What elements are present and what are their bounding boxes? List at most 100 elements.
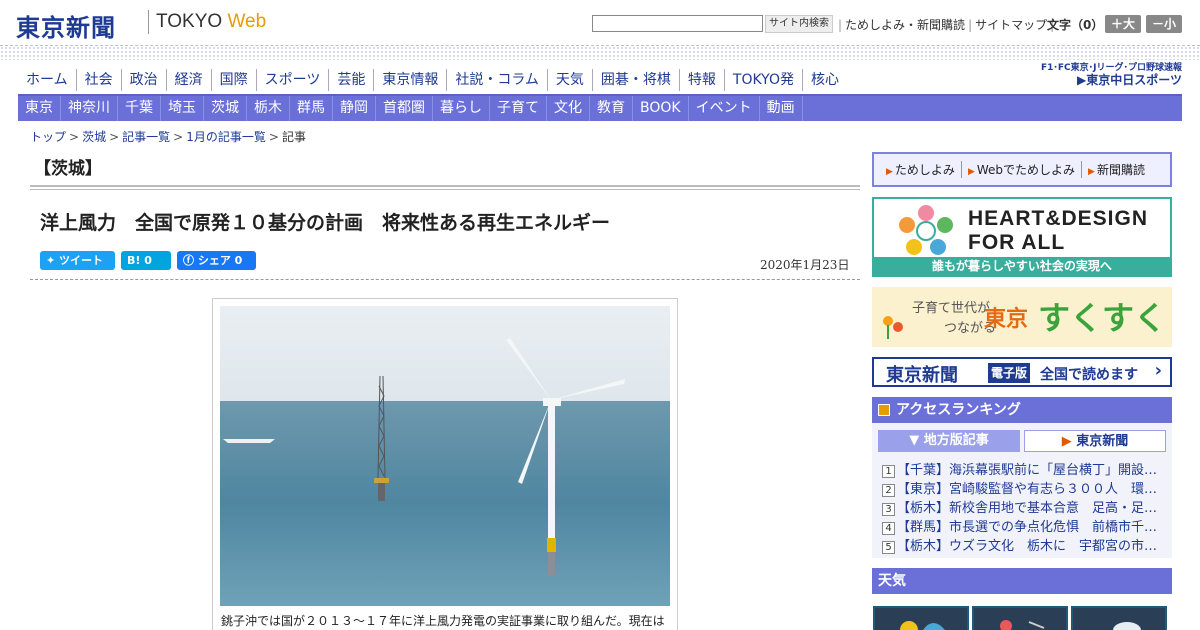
rank-number: 2 — [882, 484, 895, 497]
nav-igo-shogi[interactable]: 囲碁・将棋 — [591, 69, 679, 91]
tweet-button[interactable]: ✦ ツイート — [40, 251, 115, 270]
ranking-item[interactable]: 4 【群馬】市長選での争点化危惧 前橋市千… — [882, 516, 1162, 535]
quick-link-web-trial[interactable]: ▶ Webでためしよみ — [960, 161, 1081, 178]
subnav-chiba[interactable]: 千葉 — [118, 96, 161, 121]
nav-politics[interactable]: 政治 — [120, 69, 166, 91]
nav-core[interactable]: 核心 — [801, 69, 847, 91]
offshore-wind-photo[interactable] — [220, 306, 670, 606]
tab-tokyo-label: 東京新聞 — [1076, 434, 1129, 449]
access-ranking-panel: ▼ 地方版記事 ▶ 東京新聞 1 【千葉】海浜幕張駅前に「屋台横丁」開設… 2 【東… — [872, 423, 1172, 558]
tab-arrow-icon: ▼ — [909, 433, 924, 448]
subnav-living[interactable]: 暮らし — [433, 96, 490, 121]
twitter-icon: ✦ — [46, 254, 60, 267]
breadcrumb-ibaraki[interactable]: 茨城 — [82, 130, 106, 144]
subnav-video[interactable]: 動画 — [760, 96, 803, 121]
heart-design-banner[interactable]: HEART&DESIGN FOR ALL 誰もが暮らしやすい社会の実現へ — [872, 197, 1172, 277]
subnav-parenting[interactable]: 子育て — [490, 96, 547, 121]
link-separator: | — [968, 18, 973, 32]
subnav-event[interactable]: イベント — [689, 96, 760, 121]
epaper-logo: 東京新聞 — [886, 365, 958, 386]
breadcrumb-article-list[interactable]: 記事一覧 — [122, 130, 170, 144]
breadcrumb-january-list[interactable]: 1月の記事一覧 — [186, 130, 266, 144]
subnav-education[interactable]: 教育 — [590, 96, 633, 121]
quick-link-subscribe-label: 新聞購読 — [1096, 163, 1145, 177]
weather-cloud-icon[interactable] — [1071, 606, 1167, 630]
subnav-tochigi[interactable]: 栃木 — [247, 96, 290, 121]
epaper-badge: 電子版 — [988, 363, 1031, 383]
tweet-label: ツイート — [59, 254, 104, 267]
tab-regional-articles[interactable]: ▼ 地方版記事 — [878, 430, 1020, 452]
hatena-bookmark-button[interactable]: B! 0 — [121, 251, 171, 270]
ranking-item[interactable]: 1 【千葉】海浜幕張駅前に「屋台横丁」開設… — [882, 459, 1162, 478]
breadcrumb-sep: > — [173, 130, 184, 144]
nav-editorial[interactable]: 社説・コラム — [446, 69, 547, 91]
flower-icon — [883, 316, 903, 339]
link-trial-subscribe[interactable]: ためしよみ・新聞購読 — [845, 18, 965, 32]
subnav-kanagawa[interactable]: 神奈川 — [61, 96, 118, 121]
heart-design-subtitle: FOR ALL — [968, 231, 1066, 254]
site-logo[interactable]: 東京新聞 — [16, 8, 116, 43]
link-sitemap[interactable]: サイトマップ — [975, 18, 1047, 32]
chunichi-sports-link[interactable]: F1･FC東京･Jリーグ･プロ野球速報 ▶東京中日スポーツ — [1020, 62, 1182, 86]
ranking-item-title: 【東京】宮崎駿監督や有志ら３００人 環… — [897, 482, 1158, 497]
nav-economy[interactable]: 経済 — [165, 69, 211, 91]
subnav-shizuoka[interactable]: 静岡 — [333, 96, 376, 121]
subnav-gunma[interactable]: 群馬 — [290, 96, 333, 121]
nav-home[interactable]: ホーム — [18, 69, 76, 91]
quick-links-box: ▶ ためしよみ ▶ Webでためしよみ ▶ 新聞購読 — [872, 152, 1172, 187]
nav-special[interactable]: 特報 — [678, 69, 724, 91]
subnav-book[interactable]: BOOK — [633, 96, 689, 121]
regional-nav: 東京 神奈川 千葉 埼玉 茨城 栃木 群馬 静岡 首都圏 暮らし 子育て 文化 … — [18, 96, 1182, 121]
ranking-item[interactable]: 2 【東京】宮崎駿監督や有志ら３００人 環… — [882, 478, 1162, 497]
font-size-up-button[interactable]: ＋大 — [1105, 15, 1141, 33]
search-input[interactable] — [592, 15, 763, 32]
digital-edition-banner[interactable]: 東京新聞 電子版 全国で読めます › — [872, 357, 1172, 387]
nav-entertainment[interactable]: 芸能 — [328, 69, 373, 91]
breadcrumb-sep: > — [268, 130, 279, 144]
region-title: 【茨城】 — [34, 159, 102, 179]
header: 東京新聞 TOKYO Web サイト内検索 | ためしよみ・新聞購読 | サイトマップ… — [0, 0, 1200, 46]
nav-society[interactable]: 社会 — [75, 69, 121, 91]
nav-international[interactable]: 国際 — [210, 69, 256, 91]
breadcrumb-sep: > — [69, 130, 80, 144]
site-search-button[interactable]: サイト内検索 — [765, 15, 833, 33]
quick-link-subscribe[interactable]: ▶ 新聞購読 — [1081, 161, 1151, 178]
quick-link-trial[interactable]: ▶ ためしよみ — [880, 161, 961, 178]
main-nav: ホーム 社会 政治 経済 国際 スポーツ 芸能 東京情報 社説・コラム 天気 囲… — [18, 69, 847, 91]
font-size-label: 文字（0） — [1047, 18, 1104, 32]
ranking-item[interactable]: 3 【栃木】新校舎用地で基本合意 足高・足… — [882, 497, 1162, 516]
tokyo-sukusuku-banner[interactable]: 子育て世代が つながる 東京 すくすく — [872, 287, 1172, 347]
access-ranking-title: アクセスランキング — [896, 402, 1021, 418]
weather-cloudy-icon[interactable] — [972, 606, 1068, 630]
nav-tokyo-info[interactable]: 東京情報 — [373, 69, 446, 91]
nav-sports[interactable]: スポーツ — [255, 69, 329, 91]
rank-number: 4 — [882, 522, 895, 535]
facebook-share-button[interactable]: ⓕ シェア 0 — [177, 251, 256, 270]
tab-arrow-icon: ▶ — [1061, 434, 1077, 449]
rank-number: 3 — [882, 503, 895, 516]
article-date: 2020年1月23日 — [760, 258, 850, 272]
subnav-shutoken[interactable]: 首都圏 — [376, 96, 433, 121]
nav-tokyo-hatsu[interactable]: TOKYO発 — [723, 69, 802, 91]
font-size-down-button[interactable]: －小 — [1146, 15, 1182, 33]
tab-tokyo-shimbun[interactable]: ▶ 東京新聞 — [1024, 430, 1166, 452]
subnav-tokyo[interactable]: 東京 — [18, 96, 61, 121]
photo-caption: 銚子沖では国が２０１３～１７年に洋上風力発電の実証事業に取り組んだ。現在は — [221, 614, 665, 628]
arrow-icon: ▶ — [886, 167, 893, 177]
subnav-ibaraki[interactable]: 茨城 — [204, 96, 247, 121]
facebook-share-label: シェア 0 — [197, 254, 243, 267]
ranking-item[interactable]: 5 【栃木】ウズラ文化 栃木に 宇都宮の市… — [882, 535, 1162, 554]
heart-design-title: HEART&DESIGN — [968, 207, 1149, 230]
sun-icon — [900, 621, 945, 630]
subnav-saitama[interactable]: 埼玉 — [161, 96, 204, 121]
logo-tokyo-web[interactable]: TOKYO Web — [156, 11, 266, 33]
breadcrumb-top[interactable]: トップ — [30, 130, 66, 144]
arrow-icon: ▶ — [1088, 167, 1095, 177]
subnav-culture[interactable]: 文化 — [547, 96, 590, 121]
wind-turbine-image — [220, 306, 670, 606]
sukusuku-line1: 子育て世代が — [912, 301, 991, 316]
tab-regional-label: 地方版記事 — [923, 433, 989, 448]
nav-weather[interactable]: 天気 — [546, 69, 592, 91]
ranking-list: 1 【千葉】海浜幕張駅前に「屋台横丁」開設… 2 【東京】宮崎駿監督や有志ら３００人… — [882, 459, 1162, 554]
weather-sunny-rain-icon[interactable] — [873, 606, 969, 630]
